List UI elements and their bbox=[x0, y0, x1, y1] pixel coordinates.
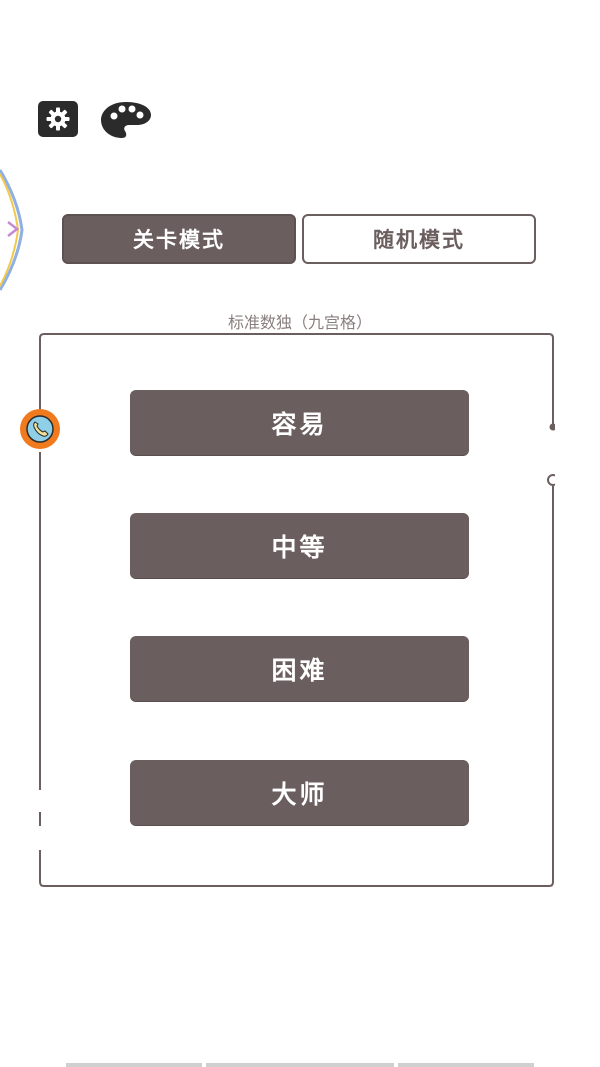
button-label: 容易 bbox=[271, 409, 328, 439]
home-indicator bbox=[66, 1063, 202, 1067]
tab-level-mode[interactable]: 关卡模式 bbox=[62, 214, 296, 264]
difficulty-master-button[interactable]: 大师 bbox=[130, 760, 469, 825]
home-indicator bbox=[206, 1063, 394, 1067]
gear-icon bbox=[46, 107, 70, 131]
button-label: 中等 bbox=[271, 532, 328, 562]
floating-assist-button[interactable] bbox=[20, 409, 60, 449]
edge-decoration bbox=[0, 169, 24, 291]
difficulty-medium-button[interactable]: 中等 bbox=[130, 513, 469, 578]
button-label: 困难 bbox=[271, 655, 328, 685]
difficulty-hard-button[interactable]: 困难 bbox=[130, 636, 469, 701]
mode-subtitle: 标准数独（九宫格） bbox=[227, 313, 372, 332]
settings-button[interactable] bbox=[38, 101, 78, 137]
button-label: 大师 bbox=[271, 779, 328, 809]
home-indicator bbox=[398, 1063, 534, 1067]
theme-button[interactable] bbox=[100, 100, 152, 140]
tab-random-mode[interactable]: 随机模式 bbox=[302, 214, 536, 264]
phone-icon bbox=[26, 415, 54, 443]
tab-label: 随机模式 bbox=[373, 228, 465, 252]
difficulty-easy-button[interactable]: 容易 bbox=[130, 390, 469, 455]
tab-label: 关卡模式 bbox=[133, 228, 225, 252]
palette-icon bbox=[101, 102, 151, 138]
